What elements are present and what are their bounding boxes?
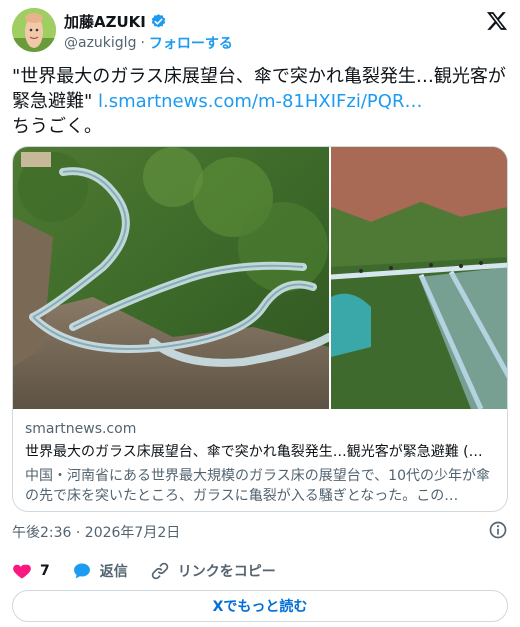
avatar[interactable] [12, 8, 56, 52]
tweet-timestamp[interactable]: 午後2:36 · 2026年7月2日 [12, 522, 180, 542]
card-title: 世界最大のガラス床展望台、傘で突かれ亀裂発生…観光客が緊急避難 (… [25, 444, 483, 460]
copy-link-label: リンクをコピー [177, 564, 276, 580]
reply-button[interactable]: 返信 [72, 561, 128, 581]
read-more-button[interactable]: Xでもっと読む [12, 590, 508, 622]
reply-label: 返信 [99, 564, 128, 580]
skywalk-visitors-image [331, 147, 507, 409]
skywalk-aerial-image [13, 147, 329, 409]
tweet-header: 加藤AZUKI @azukiglg · フォローする [12, 8, 508, 54]
handle-row: @azukiglg · フォローする [64, 33, 233, 53]
tweet-text-tail: ちうごく。 [12, 116, 102, 137]
avatar-image [12, 8, 56, 52]
verified-badge-icon [151, 14, 166, 28]
tweet-actions: 7 返信 リンクをコピー [12, 558, 298, 584]
card-images[interactable] [13, 147, 507, 409]
like-button[interactable]: 7 [12, 561, 50, 581]
follow-button[interactable]: フォローする [149, 33, 233, 53]
display-name[interactable]: 加藤AZUKI [64, 11, 146, 32]
card-description: 中国・河南省にある世界最大規模のガラス床の展望台で、10代の少年が傘の先で床を突… [25, 468, 490, 504]
info-icon[interactable] [488, 520, 508, 540]
link-card[interactable]: smartnews.com 世界最大のガラス床展望台、傘で突かれ亀裂発生…観光客… [12, 146, 508, 512]
link-icon [151, 562, 168, 580]
handle[interactable]: @azukiglg [64, 35, 136, 51]
tweet-text: "世界最大のガラス床展望台、傘で突かれ亀裂発生…観光客が緊急避難" l.smar… [12, 64, 508, 139]
heart-icon [13, 564, 31, 579]
copy-link-button[interactable]: リンクをコピー [150, 561, 276, 581]
like-count: 7 [40, 563, 50, 579]
x-logo-icon[interactable] [486, 10, 508, 32]
reply-bubble-icon [73, 563, 90, 579]
separator-dot: · [140, 35, 145, 51]
card-meta: smartnews.com 世界最大のガラス床展望台、傘で突かれ亀裂発生…観光客… [25, 420, 497, 506]
card-domain: smartnews.com [25, 421, 137, 437]
tweet-link[interactable]: l.smartnews.com/m-81HXIFzi/PQR… [98, 91, 422, 112]
name-row: 加藤AZUKI [64, 11, 167, 32]
